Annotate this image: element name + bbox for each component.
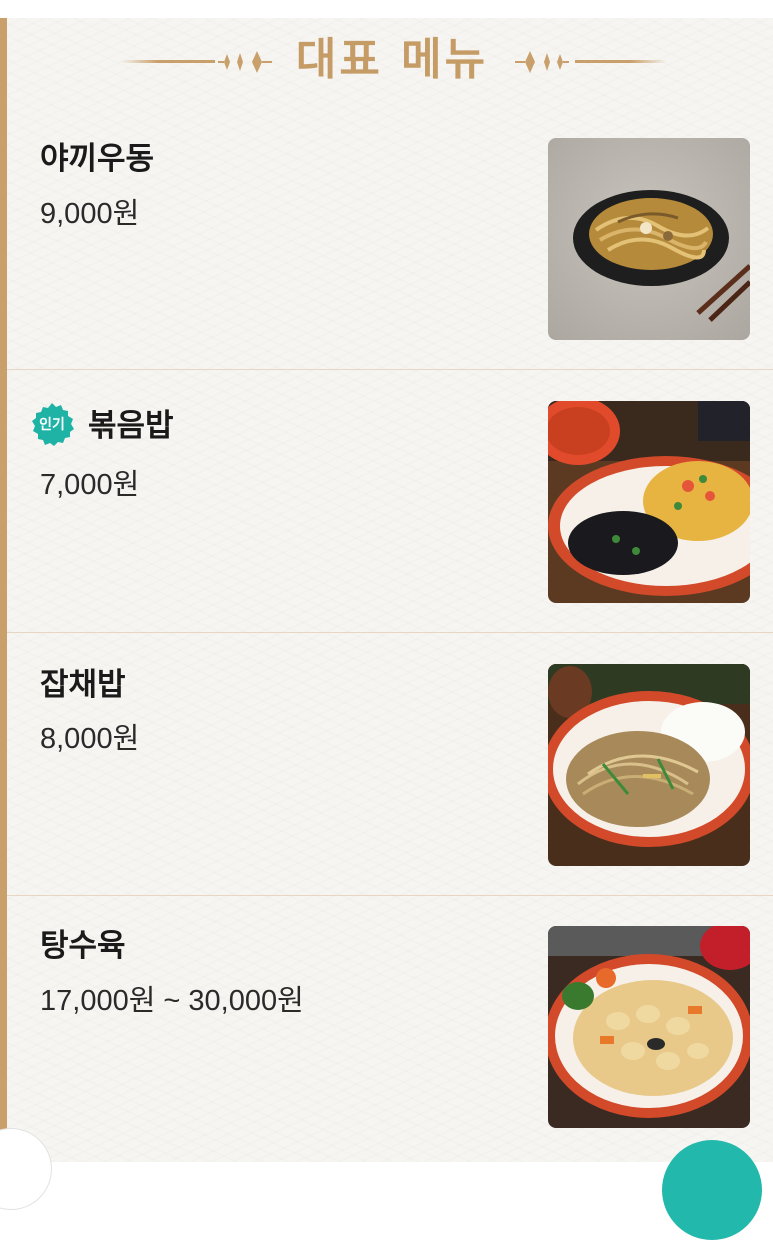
sweet-sour-pork-photo[interactable] [548,926,750,1128]
fried-rice-photo[interactable] [548,401,750,603]
menu-item-price: 17,000원 ~ 30,000원 [40,985,304,1017]
menu-item-price: 8,000원 [40,723,140,755]
diamond-ornament-icon [218,51,272,73]
menu-item[interactable]: 인기 볶음밥 7,000원 [7,370,773,633]
section-header: 대표 메뉴 [0,18,773,104]
menu-item-price: 7,000원 [40,469,140,501]
menu-item-name: 볶음밥 [88,408,174,444]
header-divider-right [575,60,667,63]
diamond-ornament-icon [515,51,569,73]
japchae-rice-photo[interactable] [548,664,750,866]
menu-item-name: 탕수육 [40,928,126,964]
menu-item[interactable]: 잡채밥 8,000원 [7,633,773,896]
menu-item-name: 야끼우동 [40,141,155,177]
menu-item[interactable]: 탕수육 17,000원 ~ 30,000원 [7,896,773,1159]
left-accent-bar [0,18,7,1162]
menu-item-name: 잡채밥 [40,667,126,703]
menu-item[interactable]: 야끼우동 9,000원 [7,107,773,370]
floating-action-button[interactable] [662,1140,762,1240]
section-title: 대표 메뉴 [295,34,489,85]
menu-item-price: 9,000원 [40,198,140,230]
popular-badge-label: 인기 [39,417,65,433]
header-divider-left [120,60,215,63]
yaki-udon-photo[interactable] [548,138,750,340]
menu-page: 대표 메뉴 야끼우동 9,000원 인기 볶음밥 7,000원 잡채밥 8,00… [0,0,773,1240]
